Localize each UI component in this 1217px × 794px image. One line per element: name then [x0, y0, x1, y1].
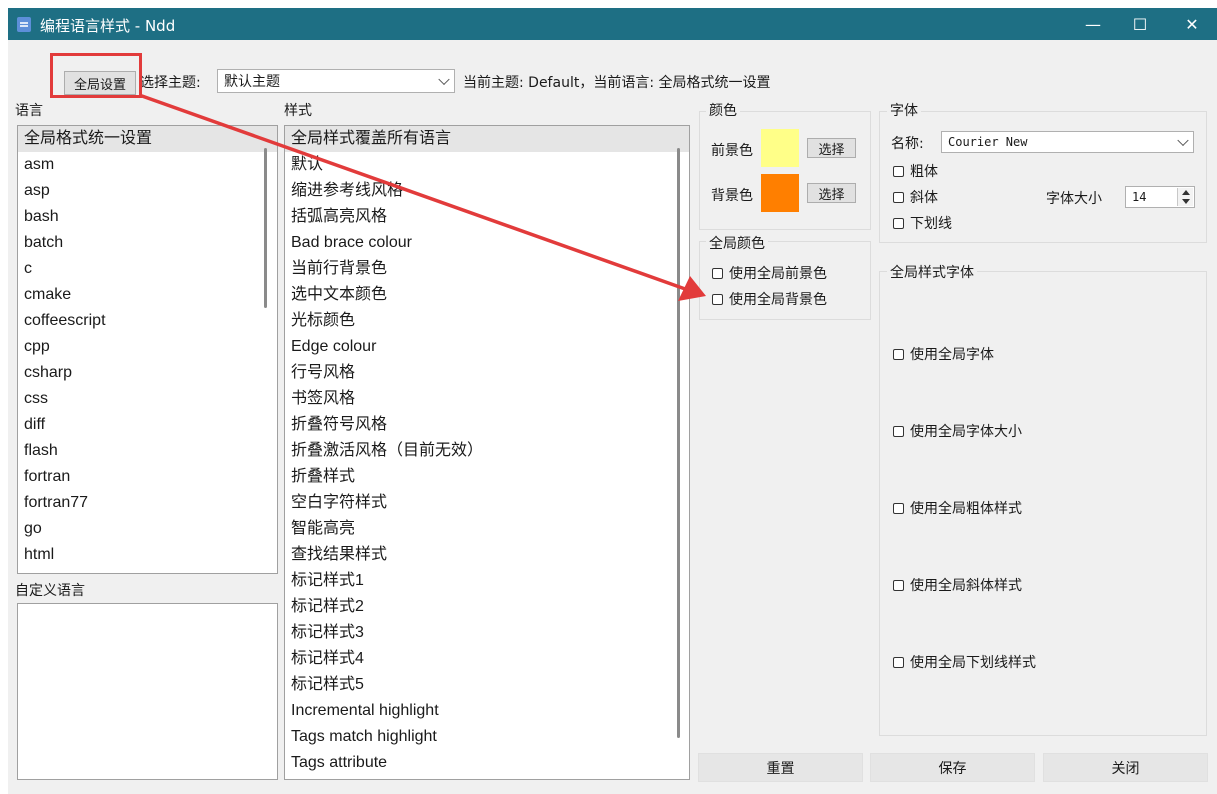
annotation-arrow: [140, 94, 706, 301]
